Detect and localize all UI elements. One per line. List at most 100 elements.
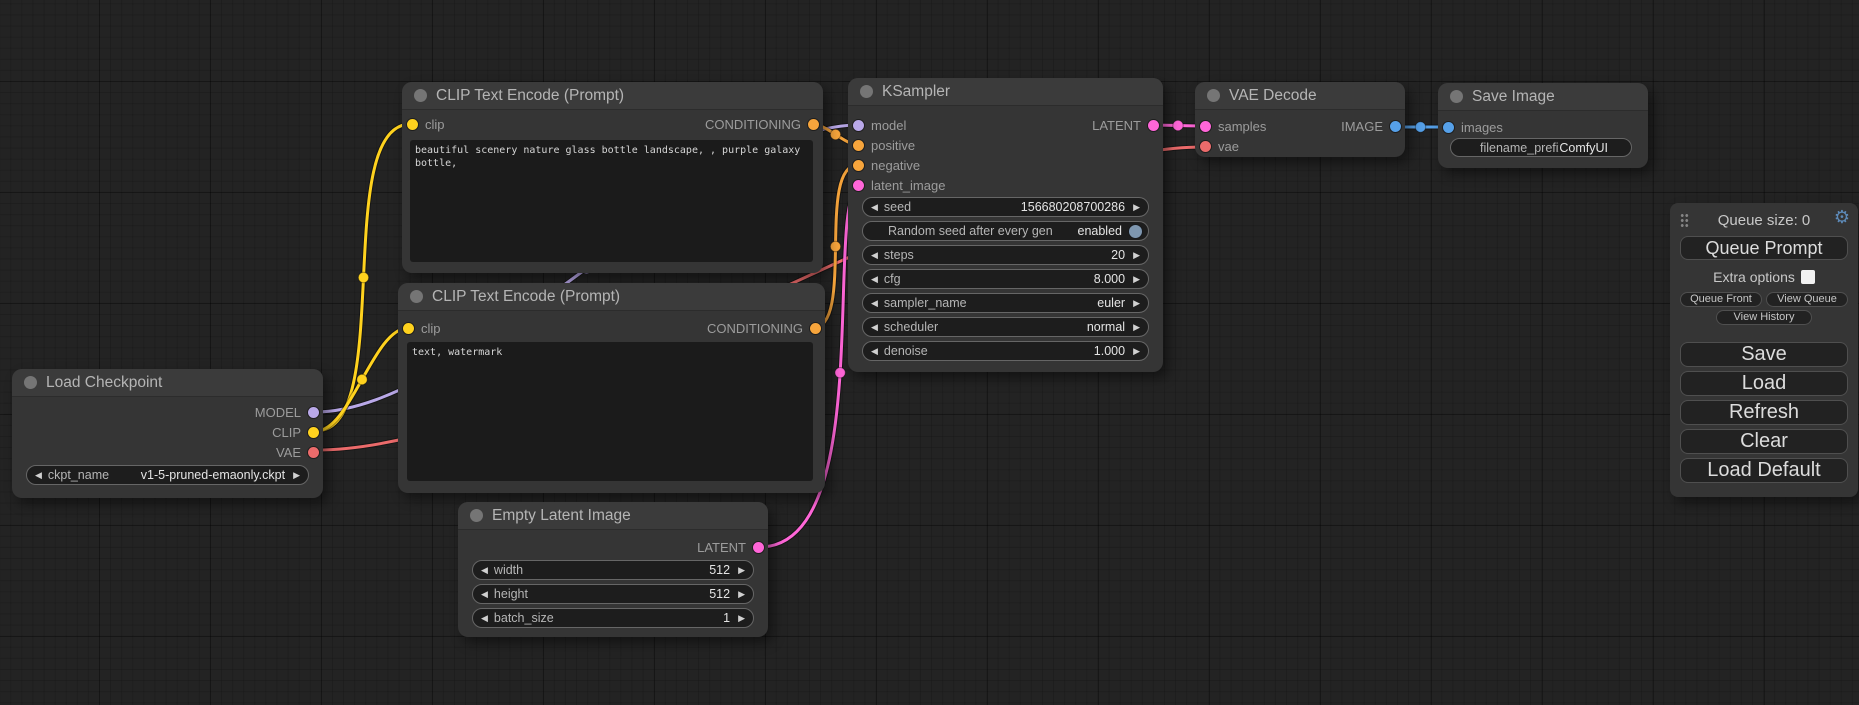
input-port-clip[interactable] xyxy=(403,323,414,334)
widget-value: enabled xyxy=(1078,224,1123,238)
refresh-button[interactable]: Refresh xyxy=(1680,400,1848,425)
input-row-negative: negative xyxy=(848,155,1163,175)
collapse-dot-icon[interactable] xyxy=(860,85,873,98)
input-port-latent-image[interactable] xyxy=(853,180,864,191)
output-port-latent[interactable] xyxy=(753,542,764,553)
increment-arrow-icon[interactable]: ▶ xyxy=(1133,203,1140,212)
node-title: CLIP Text Encode (Prompt) xyxy=(432,288,620,306)
node-empty-latent-image[interactable]: Empty Latent Image LATENT ◀ width 512 ▶ … xyxy=(458,502,768,637)
denoise-widget[interactable]: ◀ denoise 1.000 ▶ xyxy=(862,341,1149,361)
node-graph-canvas[interactable]: Load Checkpoint MODEL CLIP VAE ◀ ckpt_na… xyxy=(0,0,1859,705)
output-label: CONDITIONING xyxy=(707,321,803,336)
increment-arrow-icon[interactable]: ▶ xyxy=(1133,275,1140,284)
filename-prefix-widget[interactable]: filename_prefix ComfyUI xyxy=(1450,138,1632,157)
collapse-dot-icon[interactable] xyxy=(24,376,37,389)
width-widget[interactable]: ◀ width 512 ▶ xyxy=(472,560,754,580)
increment-arrow-icon[interactable]: ▶ xyxy=(738,614,745,623)
widget-label: denoise xyxy=(884,344,928,358)
load-button[interactable]: Load xyxy=(1680,371,1848,396)
positive-prompt-textarea[interactable]: beautiful scenery nature glass bottle la… xyxy=(410,140,813,262)
widget-value: 8.000 xyxy=(1094,272,1125,286)
output-port-latent[interactable] xyxy=(1148,120,1159,131)
input-port-samples[interactable] xyxy=(1200,121,1211,132)
drag-handle-icon[interactable] xyxy=(1680,213,1689,227)
view-queue-button[interactable]: View Queue xyxy=(1766,292,1848,307)
node-title-bar[interactable]: CLIP Text Encode (Prompt) xyxy=(398,283,825,311)
ckpt-name-widget[interactable]: ◀ ckpt_name v1-5-pruned-emaonly.ckpt ▶ xyxy=(26,465,309,485)
view-history-button[interactable]: View History xyxy=(1716,310,1812,325)
negative-prompt-textarea[interactable]: text, watermark xyxy=(407,342,813,481)
decrement-arrow-icon[interactable]: ◀ xyxy=(35,471,42,480)
input-port-positive[interactable] xyxy=(853,140,864,151)
input-port-negative[interactable] xyxy=(853,160,864,171)
decrement-arrow-icon[interactable]: ◀ xyxy=(871,323,878,332)
node-load-checkpoint[interactable]: Load Checkpoint MODEL CLIP VAE ◀ ckpt_na… xyxy=(12,369,323,498)
collapse-dot-icon[interactable] xyxy=(1207,89,1220,102)
cfg-widget[interactable]: ◀ cfg 8.000 ▶ xyxy=(862,269,1149,289)
input-port-images[interactable] xyxy=(1443,122,1454,133)
node-title-bar[interactable]: KSampler xyxy=(848,78,1163,106)
sampler-name-widget[interactable]: ◀ sampler_name euler ▶ xyxy=(862,293,1149,313)
input-row-vae: vae xyxy=(1195,136,1405,156)
collapse-dot-icon[interactable] xyxy=(410,290,423,303)
output-port-model[interactable] xyxy=(308,407,319,418)
increment-arrow-icon[interactable]: ▶ xyxy=(738,566,745,575)
widget-value: 512 xyxy=(709,563,730,577)
height-widget[interactable]: ◀ height 512 ▶ xyxy=(472,584,754,604)
increment-arrow-icon[interactable]: ▶ xyxy=(293,471,300,480)
node-clip-text-encode-negative[interactable]: CLIP Text Encode (Prompt) clip CONDITION… xyxy=(398,283,825,493)
increment-arrow-icon[interactable]: ▶ xyxy=(738,590,745,599)
queue-prompt-button[interactable]: Queue Prompt xyxy=(1680,236,1848,260)
extra-options-checkbox[interactable] xyxy=(1801,270,1815,284)
widget-value: ComfyUI xyxy=(1559,141,1608,155)
node-title-bar[interactable]: CLIP Text Encode (Prompt) xyxy=(402,82,823,110)
decrement-arrow-icon[interactable]: ◀ xyxy=(871,275,878,284)
node-title-bar[interactable]: Load Checkpoint xyxy=(12,369,323,397)
increment-arrow-icon[interactable]: ▶ xyxy=(1133,251,1140,260)
decrement-arrow-icon[interactable]: ◀ xyxy=(871,251,878,260)
steps-widget[interactable]: ◀ steps 20 ▶ xyxy=(862,245,1149,265)
gear-icon[interactable]: ⚙ xyxy=(1834,208,1850,226)
output-port-vae[interactable] xyxy=(308,447,319,458)
collapse-dot-icon[interactable] xyxy=(414,89,427,102)
output-port-conditioning[interactable] xyxy=(808,119,819,130)
random-seed-toggle[interactable] xyxy=(1128,224,1143,239)
node-title-bar[interactable]: VAE Decode xyxy=(1195,82,1405,110)
output-row-conditioning: CONDITIONING xyxy=(707,318,825,338)
increment-arrow-icon[interactable]: ▶ xyxy=(1133,299,1140,308)
output-port-clip[interactable] xyxy=(308,427,319,438)
save-button[interactable]: Save xyxy=(1680,342,1848,367)
decrement-arrow-icon[interactable]: ◀ xyxy=(481,614,488,623)
seed-widget[interactable]: ◀ seed 156680208700286 ▶ xyxy=(862,197,1149,217)
collapse-dot-icon[interactable] xyxy=(470,509,483,522)
node-ksampler[interactable]: KSampler model positive negative latent_… xyxy=(848,78,1163,372)
input-port-vae[interactable] xyxy=(1200,141,1211,152)
input-port-clip[interactable] xyxy=(407,119,418,130)
batch-size-widget[interactable]: ◀ batch_size 1 ▶ xyxy=(472,608,754,628)
node-save-image[interactable]: Save Image images filename_prefix ComfyU… xyxy=(1438,83,1648,168)
input-port-model[interactable] xyxy=(853,120,864,131)
node-title-bar[interactable]: Empty Latent Image xyxy=(458,502,768,530)
node-vae-decode[interactable]: VAE Decode samples vae IMAGE xyxy=(1195,82,1405,157)
decrement-arrow-icon[interactable]: ◀ xyxy=(871,299,878,308)
decrement-arrow-icon[interactable]: ◀ xyxy=(481,590,488,599)
output-row-conditioning: CONDITIONING xyxy=(705,114,823,134)
random-seed-widget[interactable]: Random seed after every gen enabled xyxy=(862,221,1149,241)
increment-arrow-icon[interactable]: ▶ xyxy=(1133,323,1140,332)
node-clip-text-encode-positive[interactable]: CLIP Text Encode (Prompt) clip CONDITION… xyxy=(402,82,823,273)
decrement-arrow-icon[interactable]: ◀ xyxy=(481,566,488,575)
decrement-arrow-icon[interactable]: ◀ xyxy=(871,203,878,212)
load-default-button[interactable]: Load Default xyxy=(1680,458,1848,483)
widget-value: 1 xyxy=(723,611,730,625)
input-label: images xyxy=(1461,120,1503,135)
queue-front-button[interactable]: Queue Front xyxy=(1680,292,1762,307)
output-port-image[interactable] xyxy=(1390,121,1401,132)
increment-arrow-icon[interactable]: ▶ xyxy=(1133,347,1140,356)
decrement-arrow-icon[interactable]: ◀ xyxy=(871,347,878,356)
node-title-bar[interactable]: Save Image xyxy=(1438,83,1648,111)
clear-button[interactable]: Clear xyxy=(1680,429,1848,454)
input-label: positive xyxy=(871,138,915,153)
collapse-dot-icon[interactable] xyxy=(1450,90,1463,103)
output-port-conditioning[interactable] xyxy=(810,323,821,334)
scheduler-widget[interactable]: ◀ scheduler normal ▶ xyxy=(862,317,1149,337)
